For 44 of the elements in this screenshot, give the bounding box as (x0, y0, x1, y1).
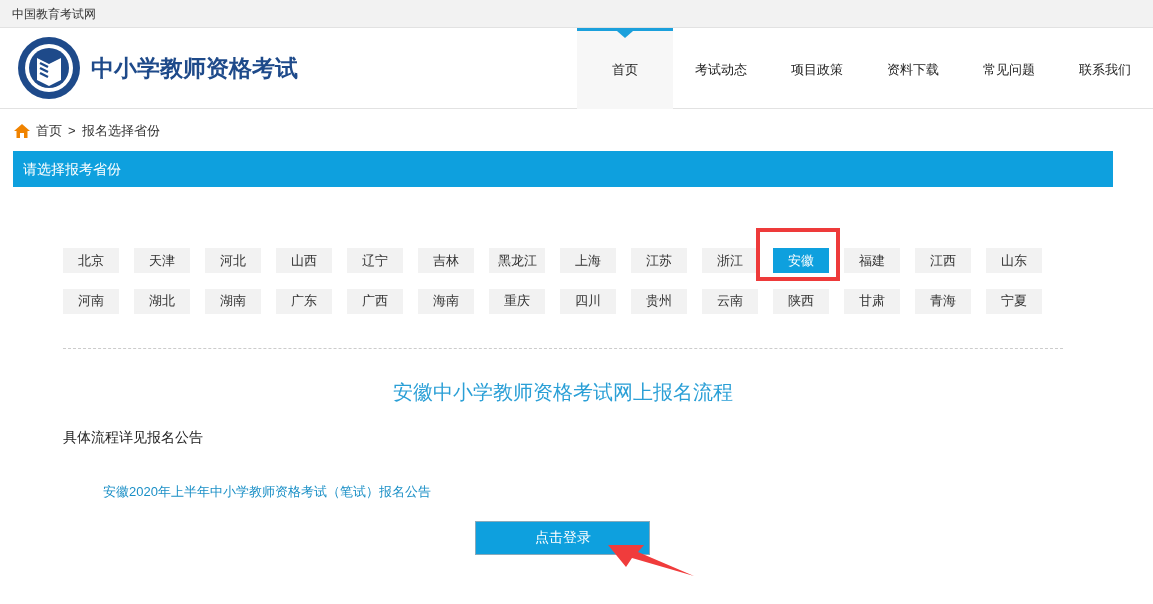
province-button[interactable]: 黑龙江 (489, 248, 545, 274)
site-name[interactable]: 中国教育考试网 (12, 4, 96, 23)
breadcrumb-separator: > (68, 122, 76, 141)
province-button[interactable]: 广西 (347, 288, 403, 314)
province-button[interactable]: 浙江 (702, 248, 758, 274)
province-button[interactable]: 湖南 (205, 288, 261, 314)
nav-tab[interactable]: 首页 (577, 28, 673, 109)
process-title: 安徽中小学教师资格考试网上报名流程 (393, 380, 733, 403)
province-button[interactable]: 广东 (276, 288, 332, 314)
nav-tab[interactable]: 项目政策 (769, 28, 865, 109)
province-button[interactable]: 陕西 (773, 288, 829, 314)
breadcrumb-link[interactable]: 首页 (36, 121, 62, 141)
province-button[interactable]: 贵州 (631, 288, 687, 314)
nav-tab[interactable]: 考试动态 (673, 28, 769, 109)
province-button[interactable]: 河南 (63, 288, 119, 314)
province-button[interactable]: 重庆 (489, 288, 545, 314)
province-button[interactable]: 河北 (205, 248, 261, 274)
province-button[interactable]: 云南 (702, 288, 758, 314)
province-button[interactable]: 福建 (844, 248, 900, 274)
province-button[interactable]: 天津 (134, 248, 190, 274)
province-button[interactable]: 上海 (560, 248, 616, 274)
nav-tab[interactable]: 常见问题 (961, 28, 1057, 109)
province-button[interactable]: 北京 (63, 248, 119, 274)
province-button[interactable]: 甘肃 (844, 288, 900, 314)
announcement-link[interactable]: 安徽2020年上半年中小学教师资格考试（笔试）报名公告 (103, 483, 431, 499)
home-icon (14, 124, 30, 138)
province-button[interactable]: 辽宁 (347, 248, 403, 274)
logo-icon (17, 36, 81, 100)
province-button[interactable]: 山西 (276, 248, 332, 274)
site-title: 中小学教师资格考试 (91, 53, 298, 83)
section-title: 请选择报考省份 (23, 159, 121, 179)
province-button[interactable]: 青海 (915, 288, 971, 314)
breadcrumb-current: 报名选择省份 (81, 122, 160, 141)
province-button[interactable]: 湖北 (134, 288, 190, 314)
process-note: 具体流程详见报名公告 (63, 428, 203, 445)
province-button[interactable]: 江西 (915, 248, 971, 274)
province-button[interactable]: 江苏 (631, 248, 687, 274)
province-button[interactable]: 山东 (986, 248, 1042, 274)
province-button[interactable]: 宁夏 (986, 288, 1042, 314)
province-button[interactable]: 吉林 (418, 248, 474, 274)
nav-tab[interactable]: 资料下载 (865, 28, 961, 109)
nav-tab[interactable]: 联系我们 (1057, 28, 1153, 109)
province-button[interactable]: 四川 (560, 288, 616, 314)
province-button[interactable]: 海南 (418, 288, 474, 314)
